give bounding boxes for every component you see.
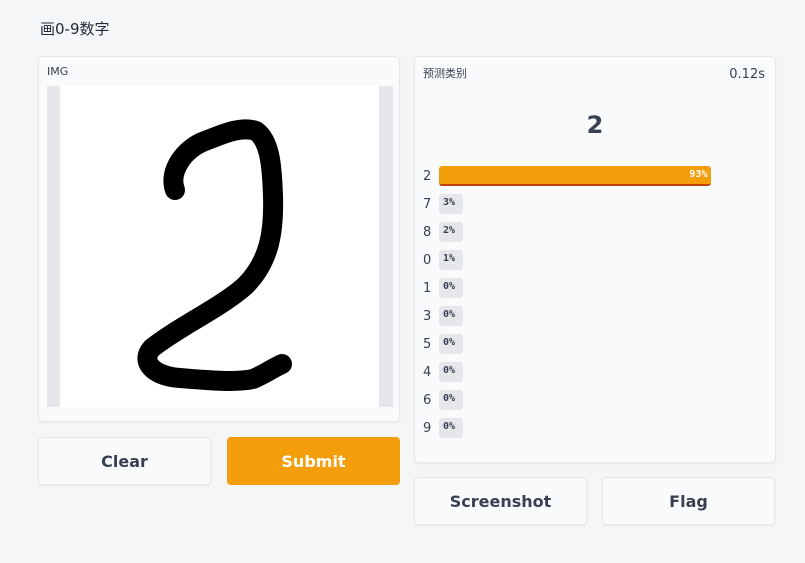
prediction-class-label: 8	[423, 224, 432, 240]
confidence-track: 93%	[439, 166, 732, 186]
prediction-row: 0 1%	[423, 250, 732, 270]
confidence-percent: 0%	[443, 421, 456, 432]
confidence-bar: 0%	[439, 334, 463, 354]
submit-button[interactable]: Submit	[227, 437, 400, 485]
prediction-panel: 预测类别 0.12s 2 2 93% 7 3% 8 2% 0 1% 1 0% 3 0% 5 0% 4 0% 6 0…	[414, 56, 776, 463]
prediction-class-label: 4	[423, 364, 432, 380]
confidence-bar: 0%	[439, 306, 463, 326]
prediction-class-label: 3	[423, 308, 432, 324]
confidence-bar: 0%	[439, 362, 463, 382]
prediction-row: 2 93%	[423, 166, 732, 186]
confidence-track: 0%	[439, 334, 732, 354]
prediction-class-label: 6	[423, 392, 432, 408]
canvas-frame	[47, 86, 393, 407]
prediction-class-label: 5	[423, 336, 432, 352]
confidence-track: 0%	[439, 362, 732, 382]
prediction-row: 5 0%	[423, 334, 732, 354]
drawing-canvas[interactable]	[60, 86, 379, 407]
confidence-track: 3%	[439, 194, 732, 214]
prediction-class-label: 1	[423, 280, 432, 296]
confidence-track: 2%	[439, 222, 732, 242]
confidence-percent: 0%	[443, 281, 456, 292]
confidence-percent: 1%	[443, 253, 456, 264]
prediction-row: 3 0%	[423, 306, 732, 326]
confidence-bar: 2%	[439, 222, 463, 242]
prediction-row: 1 0%	[423, 278, 732, 298]
top-prediction: 2	[586, 111, 604, 139]
image-input-label: IMG	[47, 65, 69, 78]
page-title: 画0-9数字	[40, 20, 110, 38]
confidence-percent: 3%	[443, 197, 456, 208]
prediction-class-label: 9	[423, 420, 432, 436]
confidence-percent: 0%	[443, 365, 456, 376]
confidence-percent: 93%	[689, 169, 708, 180]
confidence-bar: 3%	[439, 194, 463, 214]
prediction-row: 4 0%	[423, 362, 732, 382]
confidence-bar: 0%	[439, 418, 463, 438]
screenshot-button[interactable]: Screenshot	[414, 477, 587, 525]
confidence-percent: 0%	[443, 337, 456, 348]
confidence-bar: 93%	[439, 166, 712, 186]
confidence-bar: 0%	[439, 390, 463, 410]
confidence-bar: 1%	[439, 250, 463, 270]
confidence-percent: 2%	[443, 225, 456, 236]
prediction-label: 预测类别	[423, 67, 467, 80]
prediction-class-label: 7	[423, 196, 432, 212]
confidence-percent: 0%	[443, 309, 456, 320]
prediction-class-label: 0	[423, 252, 432, 268]
prediction-class-label: 2	[423, 168, 432, 184]
confidence-track: 0%	[439, 418, 732, 438]
prediction-row: 7 3%	[423, 194, 732, 214]
confidence-track: 0%	[439, 278, 732, 298]
confidence-track: 0%	[439, 390, 732, 410]
confidence-track: 0%	[439, 306, 732, 326]
confidence-percent: 0%	[443, 393, 456, 404]
inference-time: 0.12s	[729, 67, 765, 82]
confidence-bar: 0%	[439, 278, 463, 298]
clear-button[interactable]: Clear	[38, 437, 211, 485]
prediction-row: 9 0%	[423, 418, 732, 438]
flag-button[interactable]: Flag	[602, 477, 775, 525]
handwritten-stroke	[137, 119, 292, 391]
prediction-row: 8 2%	[423, 222, 732, 242]
prediction-row: 6 0%	[423, 390, 732, 410]
confidence-track: 1%	[439, 250, 732, 270]
image-input-panel: IMG	[38, 56, 400, 422]
